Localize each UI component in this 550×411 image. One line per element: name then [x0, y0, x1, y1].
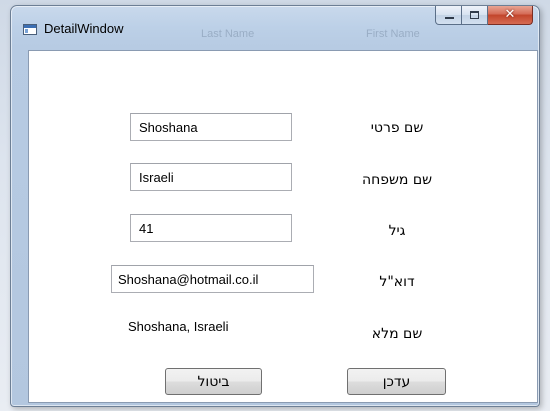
first-name-input[interactable] — [130, 113, 292, 141]
age-input[interactable] — [130, 214, 292, 242]
cancel-button[interactable]: ביטול — [165, 368, 262, 395]
first-name-label: שם פרטי — [370, 120, 424, 136]
last-name-input[interactable] — [130, 163, 292, 191]
minimize-button[interactable] — [435, 6, 462, 25]
close-icon: ✕ — [504, 7, 516, 22]
update-button[interactable]: עדכן — [347, 368, 446, 395]
title-bar[interactable]: DetailWindow Last Name First Name ✕ — [11, 6, 539, 50]
window-title: DetailWindow — [44, 21, 124, 36]
maximize-icon — [470, 11, 479, 19]
background-header-hint-last-name: Last Name — [201, 28, 255, 40]
minimize-icon — [445, 17, 454, 19]
window-app-icon — [23, 24, 37, 35]
full-name-label: שם מלא — [371, 326, 423, 342]
maximize-button[interactable] — [462, 6, 488, 25]
age-label: גיל — [388, 223, 406, 239]
last-name-label: שם משפחה — [361, 172, 433, 188]
detail-window: DetailWindow Last Name First Name ✕ שם פ… — [10, 5, 540, 407]
close-button[interactable]: ✕ — [488, 6, 533, 25]
email-input[interactable] — [111, 265, 314, 293]
full-name-value: Shoshana, Israeli — [128, 319, 229, 334]
email-label: דוא"ל — [379, 274, 415, 290]
window-client-area: שם פרטי שם משפחה גיל דוא"ל Shoshana, Isr… — [28, 50, 538, 403]
caption-buttons: ✕ — [435, 6, 533, 26]
background-header-hint-first-name: First Name — [366, 28, 420, 40]
